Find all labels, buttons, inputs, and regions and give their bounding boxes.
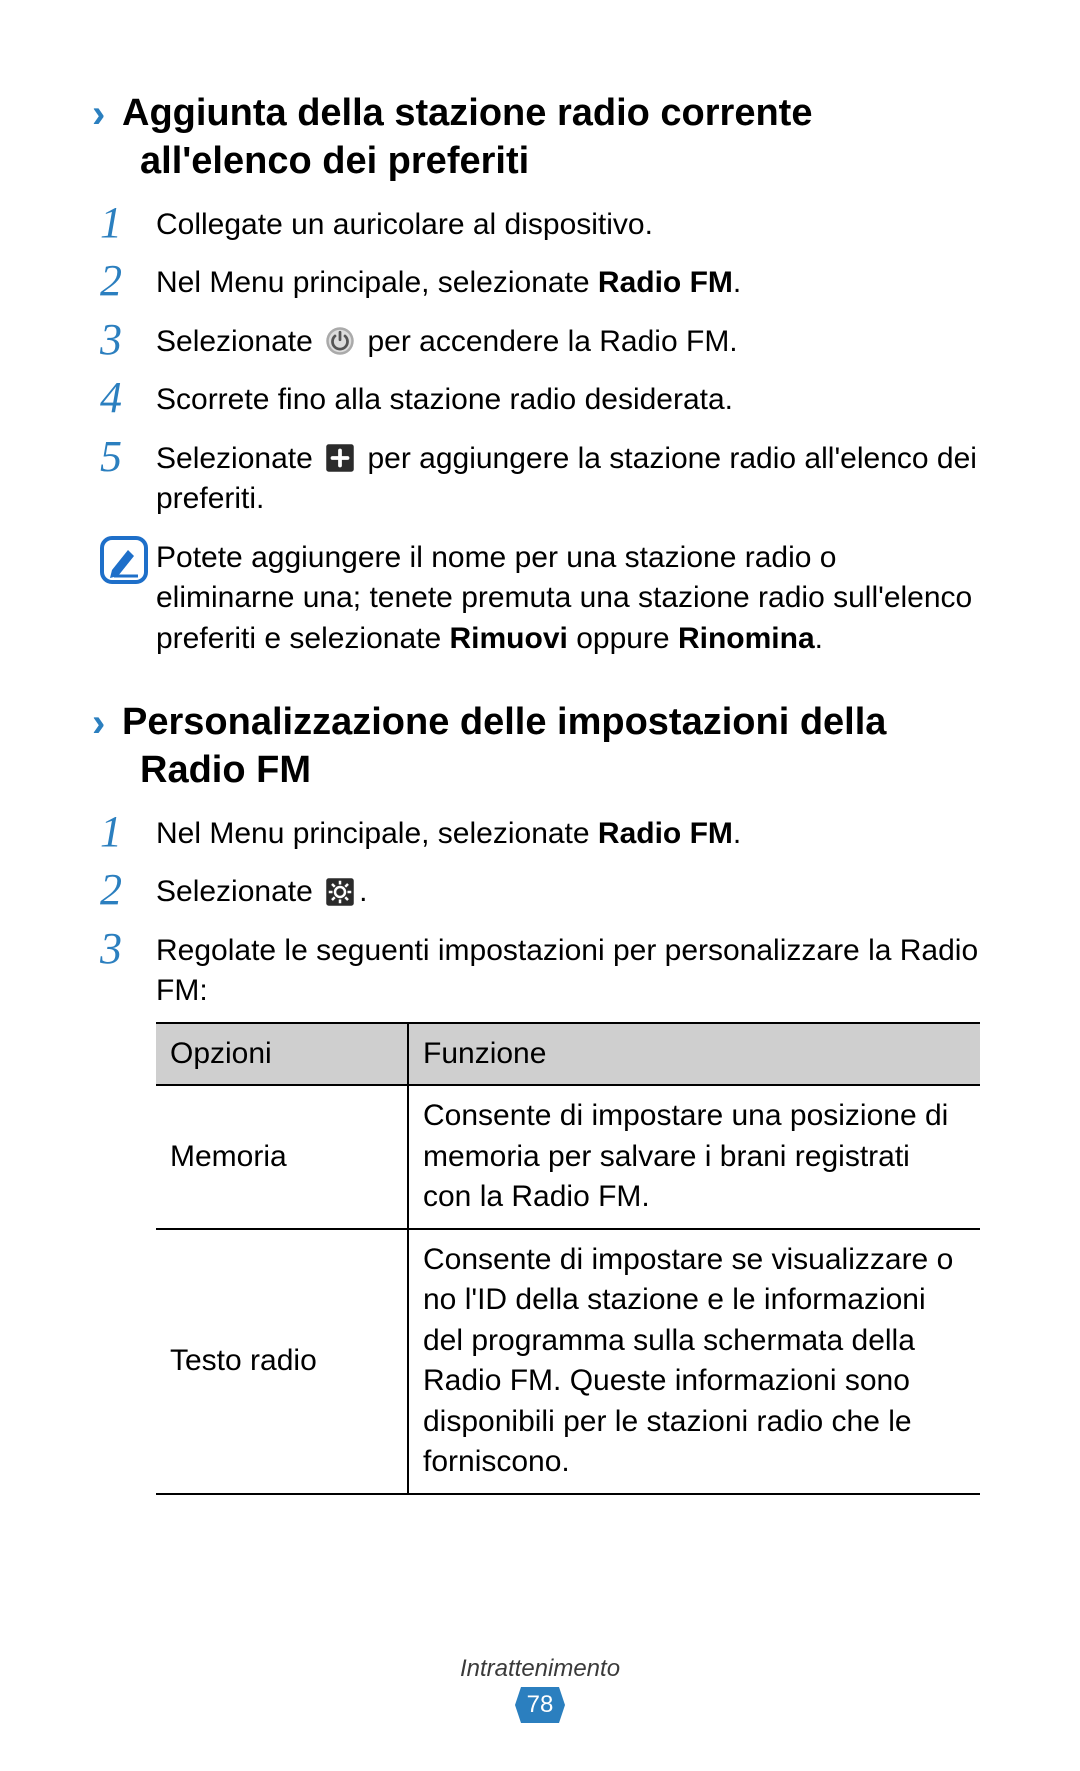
page-number: 78: [515, 1687, 565, 1723]
section1-steps: 1 Collegate un auricolare al dispositivo…: [100, 199, 980, 520]
step-text: Nel Menu principale, selezionate Radio F…: [156, 257, 980, 304]
section2-heading-text: Personalizzazione delle impostazioni del…: [122, 701, 886, 791]
table-row: Memoria Consente di impostare una posizi…: [156, 1085, 980, 1229]
options-table: Opzioni Funzione Memoria Consente di imp…: [156, 1022, 980, 1495]
option-desc: Consente di impostare una posizione di m…: [408, 1085, 980, 1229]
option-desc: Consente di impostare se visualizzare o …: [408, 1229, 980, 1494]
step-number: 1: [100, 808, 156, 856]
section1-heading: ›Aggiunta della stazione radio corrente …: [100, 90, 980, 185]
step: 1 Nel Menu principale, selezionate Radio…: [100, 808, 980, 856]
step-text: Regolate le seguenti impostazioni per pe…: [156, 925, 980, 1495]
plus-icon: [325, 443, 355, 473]
section2-heading: ›Personalizzazione delle impostazioni de…: [100, 699, 980, 794]
page: ›Aggiunta della stazione radio corrente …: [0, 0, 1080, 1771]
step: 2 Nel Menu principale, selezionate Radio…: [100, 257, 980, 305]
step-number: 3: [100, 925, 156, 973]
section2-steps: 1 Nel Menu principale, selezionate Radio…: [100, 808, 980, 1495]
option-name: Memoria: [156, 1085, 408, 1229]
step-text: Selezionate per accendere la Radio FM.: [156, 316, 980, 363]
footer-section-label: Intrattenimento: [0, 1655, 1080, 1683]
step-text: Collegate un auricolare al dispositivo.: [156, 199, 980, 246]
step-number: 2: [100, 866, 156, 914]
step-number: 3: [100, 316, 156, 364]
step-text: Scorrete fino alla stazione radio deside…: [156, 374, 980, 421]
table-row: Testo radio Consente di impostare se vis…: [156, 1229, 980, 1494]
footer: Intrattenimento 78: [0, 1655, 1080, 1723]
note-text: Potete aggiungere il nome per una stazio…: [156, 536, 980, 660]
step-text: Selezionate per aggiungere la stazione r…: [156, 433, 980, 520]
step: 2 Selezionate .: [100, 866, 980, 914]
step: 5 Selezionate per aggiungere la stazione…: [100, 433, 980, 520]
step-number: 1: [100, 199, 156, 247]
table-header-function: Funzione: [408, 1023, 980, 1086]
step-text: Nel Menu principale, selezionate Radio F…: [156, 808, 980, 855]
step-number: 5: [100, 433, 156, 481]
power-icon: [325, 326, 355, 356]
step: 3 Selezionate per accendere la Radio FM.: [100, 316, 980, 364]
step-number: 2: [100, 257, 156, 305]
gear-icon: [325, 877, 355, 907]
step: 4 Scorrete fino alla stazione radio desi…: [100, 374, 980, 422]
section1-heading-text: Aggiunta della stazione radio corrente a…: [122, 92, 812, 182]
option-name: Testo radio: [156, 1229, 408, 1494]
step-text: Selezionate .: [156, 866, 980, 913]
note-icon: [100, 536, 156, 584]
step: 1 Collegate un auricolare al dispositivo…: [100, 199, 980, 247]
step-number: 4: [100, 374, 156, 422]
step: 3 Regolate le seguenti impostazioni per …: [100, 925, 980, 1495]
note: Potete aggiungere il nome per una stazio…: [100, 536, 980, 660]
table-header-options: Opzioni: [156, 1023, 408, 1086]
